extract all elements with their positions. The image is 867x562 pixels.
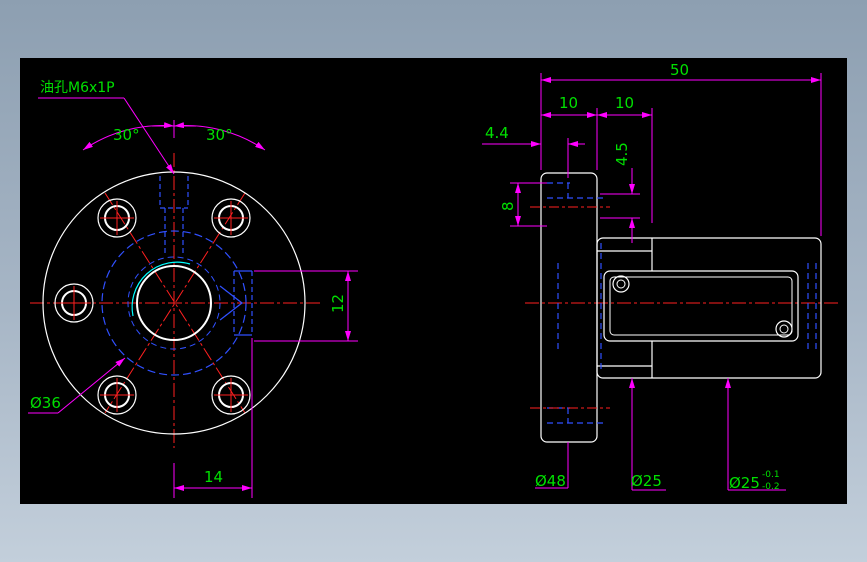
cad-drawing-canvas: 30° 30° 油孔M6x1P Ø36 14 12 50 10 10 4.4 4… [20, 58, 847, 504]
side-inner-window [603, 270, 799, 342]
bolt-holes [54, 198, 251, 415]
dim-12-label: 12 [329, 294, 347, 313]
angle-label-left: 30° [113, 126, 140, 144]
dim-50 [540, 73, 822, 236]
tolerance-lower: -0.2 [762, 482, 780, 492]
side-small-hole [612, 275, 630, 293]
dia25-tol-label: Ø25 [729, 474, 760, 492]
dim-8-label: 8 [499, 201, 517, 211]
dia48-label: Ø48 [535, 472, 566, 490]
front-view: 30° 30° 油孔M6x1P Ø36 14 12 [28, 80, 358, 498]
angle-dimensions [82, 120, 266, 151]
dia36-label: Ø36 [30, 394, 61, 412]
side-body [596, 237, 822, 379]
oil-hole-label: 油孔M6x1P [40, 80, 115, 96]
dim-4-5-label: 4.5 [613, 142, 631, 166]
dim-4-4 [482, 138, 585, 178]
dim-10-label-a: 10 [559, 94, 578, 112]
angle-label-right: 30° [206, 126, 233, 144]
dim-10-label-b: 10 [615, 94, 634, 112]
side-view: 50 10 10 4.4 4.5 8 Ø48 Ø25 Ø25 -0.1 -0.2 [482, 61, 838, 492]
dim-14-label: 14 [204, 468, 223, 486]
oil-hole-leader [38, 97, 175, 175]
technical-drawing: 30° 30° 油孔M6x1P Ø36 14 12 50 10 10 4.4 4… [28, 61, 838, 498]
side-inner-window-edge [609, 276, 793, 336]
dim-50-label: 50 [670, 61, 689, 79]
dia25-label: Ø25 [631, 472, 662, 490]
side-flange [540, 172, 598, 443]
dim-4-5 [600, 168, 640, 243]
tolerance-upper: -0.1 [762, 470, 780, 480]
dim-4-4-label: 4.4 [485, 124, 509, 142]
